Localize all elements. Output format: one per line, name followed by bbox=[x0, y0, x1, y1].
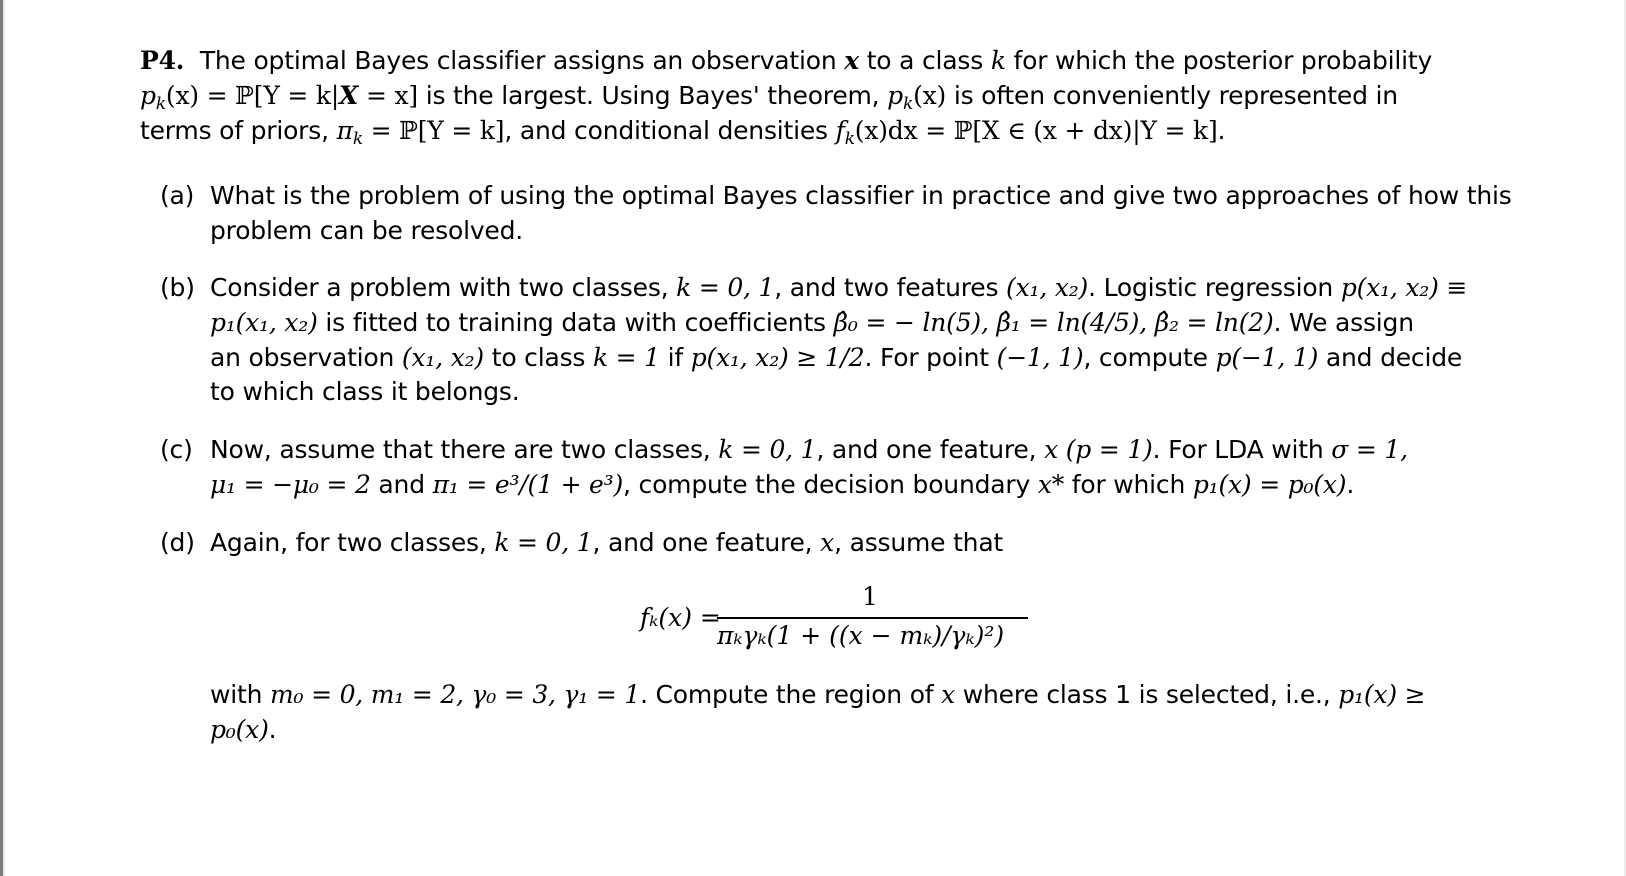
problem-intro-line-1: P4. The optimal Bayes classifier assigns… bbox=[140, 46, 1433, 75]
problem-intro-line-2: pk(x) = ℙ[Y = k|X = x] is the largest. U… bbox=[140, 81, 1398, 115]
problem-number: P4. bbox=[140, 46, 185, 75]
part-b-line-4: to which class it belongs. bbox=[210, 377, 520, 406]
part-d-line-3: p₀(x). bbox=[210, 715, 277, 744]
part-d-label: (d) bbox=[160, 528, 195, 557]
formula-denominator: πₖγₖ(1 + ((x − mₖ)/γₖ)²) bbox=[717, 621, 1005, 650]
part-a-line-2: problem can be resolved. bbox=[210, 216, 524, 245]
part-d-line-1: (d) Again, for two classes, k = 0, 1, and… bbox=[160, 526, 1003, 560]
part-b-line-1: (b) Consider a problem with two classes, … bbox=[160, 271, 1467, 305]
part-a-line-1: (a) What is the problem of using the opti… bbox=[160, 179, 1512, 213]
part-c-line-2: μ₁ = −μ₀ = 2 and π₁ = e³/(1 + e³), compu… bbox=[210, 470, 1355, 499]
document-page: P4. The optimal Bayes classifier assigns… bbox=[0, 0, 1626, 876]
part-c-line-1: (c) Now, assume that there are two classe… bbox=[160, 433, 1408, 467]
fraction-bar bbox=[717, 617, 1028, 619]
part-c-label: (c) bbox=[160, 435, 193, 464]
problem-intro-line-3: terms of priors, πk = ℙ[Y = k], and cond… bbox=[140, 116, 1226, 150]
part-b-label: (b) bbox=[160, 273, 195, 302]
part-b-line-3: an observation (x₁, x₂) to class k = 1 i… bbox=[210, 343, 1463, 372]
part-d-line-2: with m₀ = 0, m₁ = 2, γ₀ = 3, γ₁ = 1. Com… bbox=[210, 680, 1426, 709]
formula-numerator: 1 bbox=[862, 582, 878, 611]
part-a-label: (a) bbox=[160, 181, 195, 210]
part-b-line-2: p₁(x₁, x₂) is fitted to training data wi… bbox=[210, 308, 1414, 337]
formula-lhs: fₖ(x) = bbox=[640, 603, 721, 632]
